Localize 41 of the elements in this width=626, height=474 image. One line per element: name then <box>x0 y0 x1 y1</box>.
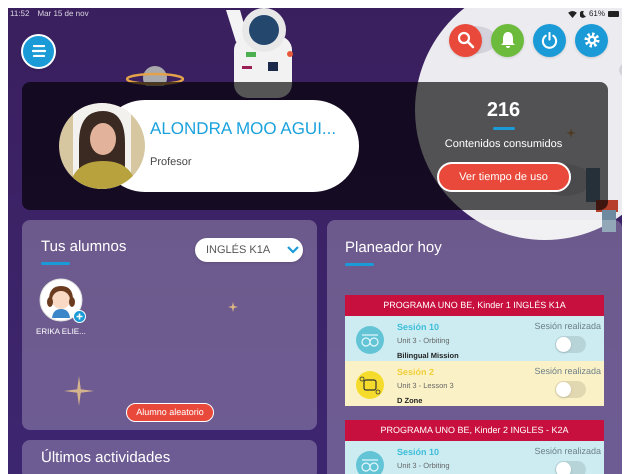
planet-drawing <box>126 64 184 86</box>
wifi-icon <box>568 10 577 18</box>
card-title: Planeador hoy <box>345 239 442 256</box>
teacher-role: Profesor <box>150 154 193 170</box>
menu-button[interactable] <box>21 34 56 68</box>
program-logo-icon <box>356 326 384 354</box>
student-avatar-icon[interactable] <box>38 278 83 322</box>
status-date: Mar 15 de nov <box>37 8 89 20</box>
group-dropdown[interactable]: INGLÉS K1A <box>195 238 303 262</box>
program-logo-icon <box>356 451 384 474</box>
content-count: 216 <box>486 100 520 120</box>
chevron-down-icon <box>287 246 299 254</box>
battery-percent: 61% <box>588 8 605 20</box>
moon-icon <box>580 10 586 18</box>
card-title: Tus alumnos <box>41 237 126 257</box>
status-time: 11:52 <box>10 8 30 20</box>
battery-icon <box>608 11 620 17</box>
menu-icon <box>32 45 46 57</box>
session-number: Sesión 2 <box>397 366 436 379</box>
done-toggle[interactable] <box>555 381 586 398</box>
done-toggle[interactable] <box>555 461 586 474</box>
power-icon <box>541 32 558 48</box>
program-logo-icon <box>356 371 384 399</box>
session-status-label: Sesión realizada <box>534 365 601 378</box>
search-icon <box>456 31 474 49</box>
session-number: Sesión 10 <box>397 446 440 459</box>
gear-icon <box>582 31 600 49</box>
session-status-label: Sesión realizada <box>534 445 601 458</box>
session-number: Sesión 10 <box>397 321 440 334</box>
random-student-button[interactable]: Alumno aleatorio <box>126 403 214 422</box>
bell-icon <box>500 31 516 49</box>
session-status-label: Sesión realizada <box>534 320 601 333</box>
program-header: PROGRAMA UNO BE, Kinder 1 INGLÉS K1A <box>345 295 604 316</box>
card-title: Últimos actividades <box>41 449 170 466</box>
usage-time-button[interactable]: Ver tiempo de uso <box>436 162 570 192</box>
done-toggle[interactable] <box>555 336 586 353</box>
teacher-name: ALONDRA MOO AGUI... <box>150 118 336 140</box>
add-icon[interactable] <box>72 310 86 322</box>
student-name: ERIKA ELIE... <box>36 326 86 338</box>
content-count-label: Contenidos consumidos <box>444 137 562 152</box>
program-header: PROGRAMA UNO BE, Kinder 2 INGLES - K2A <box>345 420 604 441</box>
